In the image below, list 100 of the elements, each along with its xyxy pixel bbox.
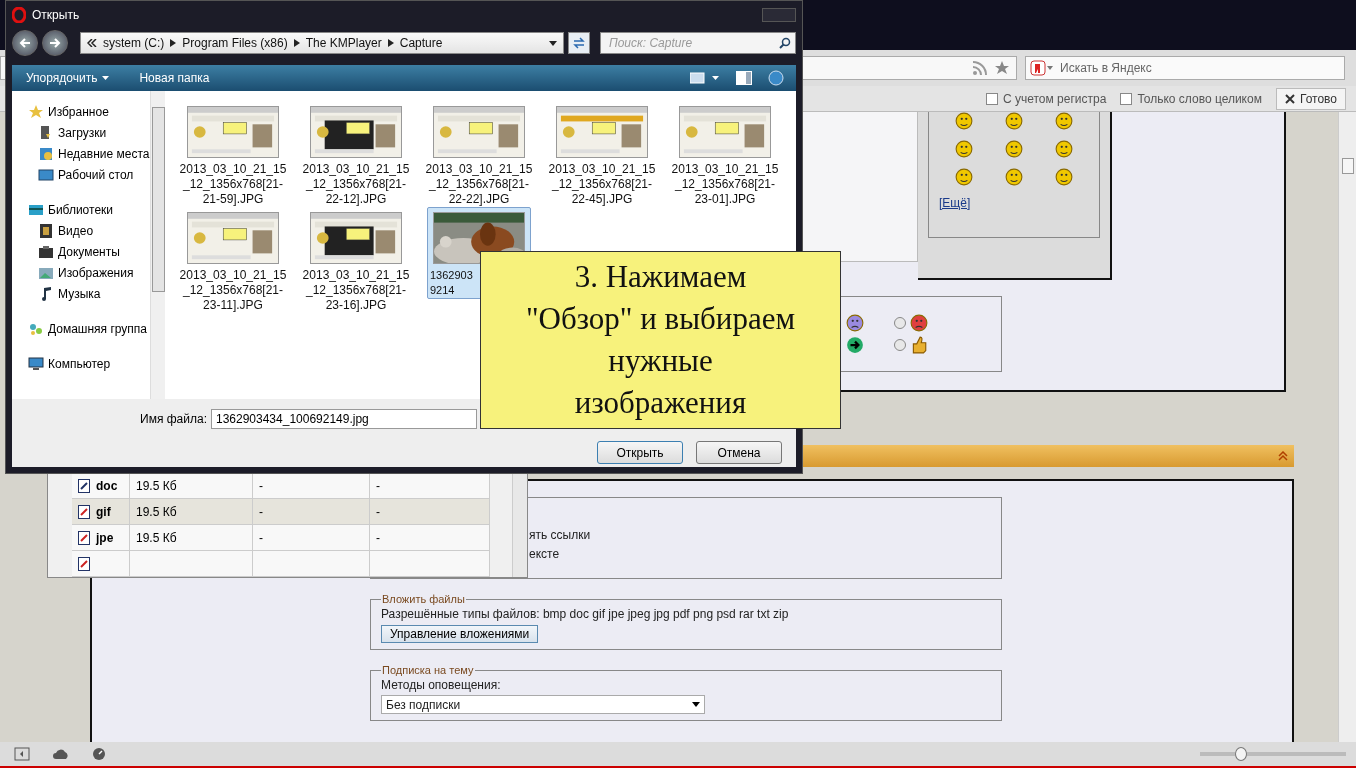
checkbox[interactable] bbox=[985, 92, 998, 105]
smiley-icon bbox=[1055, 112, 1073, 130]
done-button[interactable]: Готово bbox=[1275, 87, 1346, 110]
nav-item[interactable]: Компьютер bbox=[28, 353, 150, 374]
film-icon bbox=[38, 222, 54, 239]
option-text: ять ссылки bbox=[528, 527, 592, 544]
window-title: Открыть bbox=[32, 8, 80, 22]
forward-arrow-icon bbox=[49, 37, 61, 49]
chevron-right-icon bbox=[387, 39, 394, 47]
dropdown-icon bbox=[692, 702, 700, 707]
field-label: Методы оповещения: bbox=[381, 678, 502, 692]
option-text: ексте bbox=[528, 546, 561, 563]
file-icon bbox=[78, 478, 90, 493]
logo-icon bbox=[1030, 60, 1054, 76]
monitor-icon bbox=[38, 166, 54, 183]
breadcrumb-bar[interactable]: system (C:) Program Files (x86) The KMPlayer Capture bbox=[80, 32, 564, 54]
smiley-icon bbox=[955, 112, 973, 130]
table-cell: 19.5 Кб bbox=[130, 525, 253, 550]
slider-thumb[interactable] bbox=[1234, 747, 1247, 761]
toolbar-button[interactable]: Новая папка bbox=[139, 71, 210, 85]
dropdown-icon[interactable] bbox=[549, 40, 557, 46]
scrollbar[interactable] bbox=[512, 473, 527, 577]
scrollbar[interactable] bbox=[149, 91, 165, 399]
table-cell: 19.5 Кб bbox=[130, 499, 253, 524]
chevron-right-icon bbox=[293, 39, 300, 47]
scrollbar[interactable] bbox=[1338, 112, 1356, 742]
search-field[interactable]: Искать в Яндекс bbox=[1025, 56, 1345, 80]
nav-item[interactable]: Недавние места bbox=[28, 143, 150, 164]
file-icon bbox=[78, 556, 90, 571]
thumbs-up-icon bbox=[910, 336, 928, 354]
panel-icon[interactable] bbox=[14, 747, 30, 761]
star-icon[interactable] bbox=[994, 60, 1010, 76]
cancel-button[interactable]: Отмена bbox=[696, 441, 782, 464]
breadcrumb-item[interactable]: system (C:) bbox=[103, 36, 165, 50]
collapse-icon[interactable] bbox=[1278, 451, 1288, 461]
file-item[interactable]: 2013_03_10_21_15 _12_1356x768[21- 21-59].JPG bbox=[181, 101, 285, 208]
table-cell: - bbox=[370, 499, 490, 524]
radio-button[interactable] bbox=[894, 317, 906, 329]
sad-face-icon bbox=[846, 314, 864, 332]
nav-item[interactable]: Документы bbox=[28, 241, 150, 262]
breadcrumb-item[interactable]: The KMPlayer bbox=[305, 36, 382, 50]
nav-item[interactable]: Музыка bbox=[28, 283, 150, 304]
nav-item[interactable]: Загрузки bbox=[28, 122, 150, 143]
back-button[interactable] bbox=[12, 30, 38, 56]
file-icon bbox=[78, 530, 90, 545]
breadcrumb-item[interactable]: Capture bbox=[399, 36, 443, 50]
radio-button[interactable] bbox=[894, 339, 906, 351]
file-item[interactable]: 2013_03_10_21_15 _12_1356x768[21- 23-11].JPG bbox=[181, 207, 285, 314]
table-cell: - bbox=[253, 499, 370, 524]
table-cell: - bbox=[253, 525, 370, 550]
file-item[interactable]: 2013_03_10_21_15 _12_1356x768[21- 23-16].JPG bbox=[304, 207, 408, 314]
file-item[interactable]: 2013_03_10_21_15 _12_1356x768[21- 22-45].JPG bbox=[550, 101, 654, 208]
note-line: нужные bbox=[608, 342, 713, 380]
computer-icon bbox=[28, 355, 44, 372]
window-button[interactable] bbox=[762, 8, 796, 22]
table-cell: gif bbox=[72, 499, 130, 524]
nav-item[interactable]: Избранное bbox=[28, 101, 150, 122]
nav-item[interactable]: Видео bbox=[28, 220, 150, 241]
fieldset-legend: Вложить файлы bbox=[381, 593, 466, 605]
chevron-right-icon bbox=[170, 39, 177, 47]
note-line: изображения bbox=[574, 384, 747, 422]
forward-button[interactable] bbox=[42, 30, 68, 56]
view-icon[interactable] bbox=[690, 72, 720, 84]
speedometer-icon[interactable] bbox=[92, 747, 106, 761]
file-icon bbox=[78, 504, 90, 519]
back-arrow-icon bbox=[19, 37, 31, 49]
file-item[interactable]: 2013_03_10_21_15 _12_1356x768[21- 22-22].JPG bbox=[427, 101, 531, 208]
notify-select[interactable]: Без подписки bbox=[381, 695, 705, 714]
search-icon bbox=[779, 37, 791, 49]
smiley-icon bbox=[955, 168, 973, 186]
nav-item[interactable]: Домашняя группа bbox=[28, 318, 150, 339]
preview-pane-icon[interactable] bbox=[736, 71, 752, 85]
field-label: Имя файла: bbox=[140, 412, 207, 426]
file-name-field[interactable]: 1362903434_100692149.jpg bbox=[210, 409, 477, 429]
toolbar-button[interactable]: Упорядочить bbox=[26, 71, 110, 85]
nav-item[interactable]: Изображения bbox=[28, 262, 150, 283]
more-link[interactable]: [Ещё] bbox=[939, 196, 971, 210]
smiley-icon bbox=[1005, 140, 1023, 158]
breadcrumb-item[interactable]: Program Files (x86) bbox=[182, 36, 288, 50]
app-logo-icon bbox=[12, 7, 26, 23]
fieldset-legend: Подписка на тему bbox=[381, 664, 475, 676]
angry-face-icon bbox=[910, 314, 928, 332]
file-item[interactable]: 2013_03_10_21_15 _12_1356x768[21- 22-12].JPG bbox=[304, 101, 408, 208]
table-cell: - bbox=[370, 525, 490, 550]
refresh-button[interactable] bbox=[568, 32, 590, 54]
smiley-icon bbox=[955, 140, 973, 158]
checkbox[interactable] bbox=[1120, 92, 1133, 105]
smiley-icon bbox=[1055, 140, 1073, 158]
nav-item[interactable]: Библиотеки bbox=[28, 199, 150, 220]
double-chevron-icon bbox=[87, 39, 97, 47]
cloud-icon[interactable] bbox=[52, 748, 70, 760]
rss-icon[interactable] bbox=[972, 60, 988, 76]
star-icon bbox=[28, 103, 44, 120]
manage-attachments-button[interactable]: Управление вложениями bbox=[381, 625, 539, 643]
file-item[interactable]: 2013_03_10_21_15 _12_1356x768[21- 23-01].JPG bbox=[673, 101, 777, 208]
close-icon bbox=[1284, 93, 1295, 104]
caret-icon bbox=[102, 76, 110, 80]
open-button[interactable]: Открыть bbox=[597, 441, 683, 464]
refresh-icon bbox=[572, 36, 586, 50]
nav-item[interactable]: Рабочий стол bbox=[28, 164, 150, 185]
